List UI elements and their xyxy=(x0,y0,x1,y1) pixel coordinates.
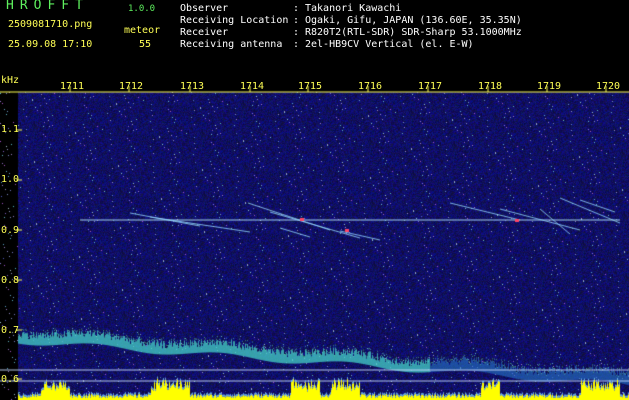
time-tick: 1713 xyxy=(180,81,205,92)
app-version: 1.0.0 xyxy=(128,4,156,14)
app-title: HROFFT xyxy=(6,0,89,13)
time-tick: 1718 xyxy=(478,81,503,92)
location-value: Ogaki, Gifu, JAPAN (136.60E, 35.35N) xyxy=(305,15,522,26)
freq-tick: 0.6 xyxy=(1,374,20,385)
time-tick: 1715 xyxy=(298,81,323,92)
receiver-label: Receiver xyxy=(180,27,229,38)
time-tick: 1711 xyxy=(60,81,85,92)
time-tick: 1714 xyxy=(240,81,265,92)
location-label: Receiving Location xyxy=(180,15,289,26)
observer-colon: : xyxy=(293,3,300,14)
freq-tick: 0.7 xyxy=(1,325,20,336)
file-name: 2509081710.png xyxy=(8,19,93,30)
observer-value: Takanori Kawachi xyxy=(305,3,402,14)
freq-tick: 1.1 xyxy=(1,124,20,135)
header-panel: HROFFT 1.0.0 2509081710.png meteor 25.09… xyxy=(0,0,629,72)
antenna-colon: : xyxy=(293,39,300,50)
time-tick: 1716 xyxy=(358,81,383,92)
time-tick: 1712 xyxy=(119,81,144,92)
event-type-label: meteor xyxy=(124,25,161,36)
freq-tick: 0.8 xyxy=(1,275,20,286)
spectrogram-plot xyxy=(0,72,629,400)
time-tick: 1717 xyxy=(418,81,443,92)
time-tick: 1720 xyxy=(596,81,621,92)
observer-label: Observer xyxy=(180,3,229,14)
receiver-value: R820T2(RTL-SDR) SDR-Sharp 53.1000MHz xyxy=(305,27,522,38)
location-colon: : xyxy=(293,15,300,26)
event-count: 55 xyxy=(139,39,152,50)
freq-unit-label: kHz xyxy=(1,75,20,86)
freq-tick: 1.0 xyxy=(1,174,20,185)
date-time: 25.09.08 17:10 xyxy=(8,39,93,50)
receiver-colon: : xyxy=(293,27,300,38)
antenna-value: 2el-HB9CV Vertical (el. E-W) xyxy=(305,39,474,50)
freq-tick: 0.9 xyxy=(1,225,20,236)
time-tick: 1719 xyxy=(537,81,562,92)
antenna-label: Receiving antenna xyxy=(180,39,283,50)
